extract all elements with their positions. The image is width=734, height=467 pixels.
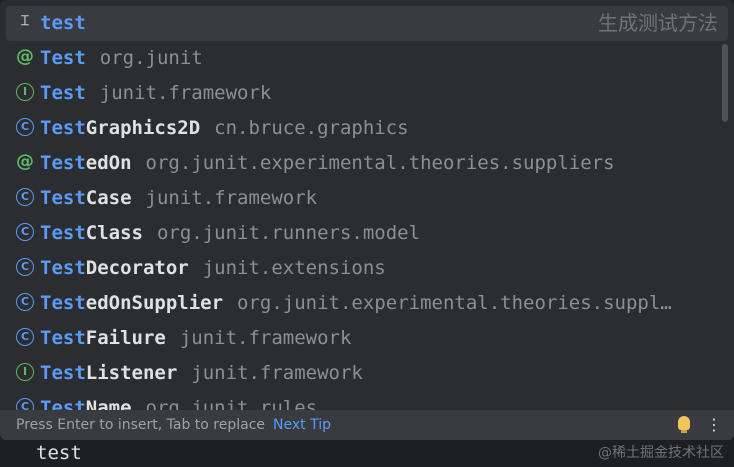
class-icon: C [16, 188, 34, 206]
item-package: junit.framework [179, 327, 352, 349]
item-package: cn.bruce.graphics [214, 117, 409, 139]
completion-item[interactable]: ⌶ test 生成测试方法 [6, 6, 728, 41]
item-name-rest: Graphics2D [85, 117, 201, 139]
item-match-text: test [40, 12, 86, 34]
item-name-rest: Class [85, 222, 143, 244]
completion-item[interactable]: I TestListener junit.framework [6, 356, 728, 391]
item-match-text: Test [40, 117, 86, 139]
completion-item[interactable]: @ Test org.junit [6, 41, 728, 76]
footer-hint: Press Enter to insert, Tab to replace Nex… [16, 410, 331, 440]
item-package: org.junit.experimental.theories.suppl… [237, 292, 672, 314]
item-match-text: Test [40, 152, 86, 174]
item-match-text: Test [40, 222, 86, 244]
completion-list: ⌶ test 生成测试方法 @ Test org.junit I Test junit.fram… [0, 6, 734, 410]
item-match-text: Test [40, 257, 86, 279]
interface-icon: I [16, 83, 34, 101]
completion-popup: ⌶ test 生成测试方法 @ Test org.junit I Test junit.fram… [0, 0, 734, 440]
insert-replace-hint: Press Enter to insert, Tab to replace [16, 417, 266, 433]
completion-item[interactable]: C TestName org.junit.rules [6, 391, 728, 410]
completion-item[interactable]: C TestedOnSupplier org.junit.experimental.… [6, 286, 728, 321]
next-tip-link[interactable]: Next Tip [273, 417, 331, 433]
item-name-rest: Failure [85, 327, 166, 349]
item-package: org.junit.rules [145, 397, 318, 410]
completion-item[interactable]: I Test junit.framework [6, 76, 728, 111]
annotation-icon: @ [16, 151, 34, 172]
completion-item[interactable]: C TestDecorator junit.extensions [6, 251, 728, 286]
item-package: org.junit [99, 47, 203, 69]
annotation-icon: @ [16, 46, 34, 67]
item-match-text: Test [40, 82, 86, 104]
item-match-text: Test [40, 292, 86, 314]
item-name-rest: Name [85, 397, 132, 410]
item-match-text: Test [40, 187, 86, 209]
completion-item[interactable]: C TestCase junit.framework [6, 181, 728, 216]
class-icon: C [16, 223, 34, 241]
item-match-text: Test [40, 362, 86, 384]
class-icon: C [16, 118, 34, 136]
class-icon: C [16, 258, 34, 276]
completion-item[interactable]: @ TestedOn org.junit.experimental.theories… [6, 146, 728, 181]
class-icon: C [16, 398, 34, 410]
item-package: junit.framework [145, 187, 318, 209]
item-match-text: Test [40, 327, 86, 349]
item-name-rest: Listener [85, 362, 178, 384]
more-options-icon[interactable]: ⋮ [706, 410, 722, 440]
completion-item[interactable]: C TestFailure junit.framework [6, 321, 728, 356]
item-name-rest: edOn [85, 152, 132, 174]
item-match-text: Test [40, 47, 86, 69]
interface-icon: I [16, 363, 34, 381]
item-package: org.junit.runners.model [156, 222, 421, 244]
template-icon: ⌶ [20, 13, 30, 29]
class-icon: C [16, 293, 34, 311]
completion-item[interactable]: C TestGraphics2D cn.bruce.graphics [6, 111, 728, 146]
item-type-hint: 生成测试方法 [598, 11, 718, 35]
item-name-rest: Case [85, 187, 132, 209]
item-package: junit.framework [191, 362, 363, 384]
class-icon: C [16, 328, 34, 346]
item-name-rest: edOnSupplier [85, 292, 224, 314]
popup-footer: Press Enter to insert, Tab to replace Nex… [0, 410, 734, 440]
watermark: @稀土掘金技术社区 [598, 445, 724, 461]
item-name-rest: Decorator [85, 257, 189, 279]
lightbulb-icon[interactable] [678, 416, 690, 433]
item-match-text: Test [40, 397, 86, 410]
scrollbar-thumb[interactable] [722, 44, 728, 122]
editor-line[interactable]: test [36, 440, 82, 467]
item-package: org.junit.experimental.theories.supplier… [145, 152, 615, 174]
item-package: junit.extensions [202, 257, 386, 279]
item-package: junit.framework [99, 82, 272, 104]
completion-item[interactable]: C TestClass org.junit.runners.model [6, 216, 728, 251]
